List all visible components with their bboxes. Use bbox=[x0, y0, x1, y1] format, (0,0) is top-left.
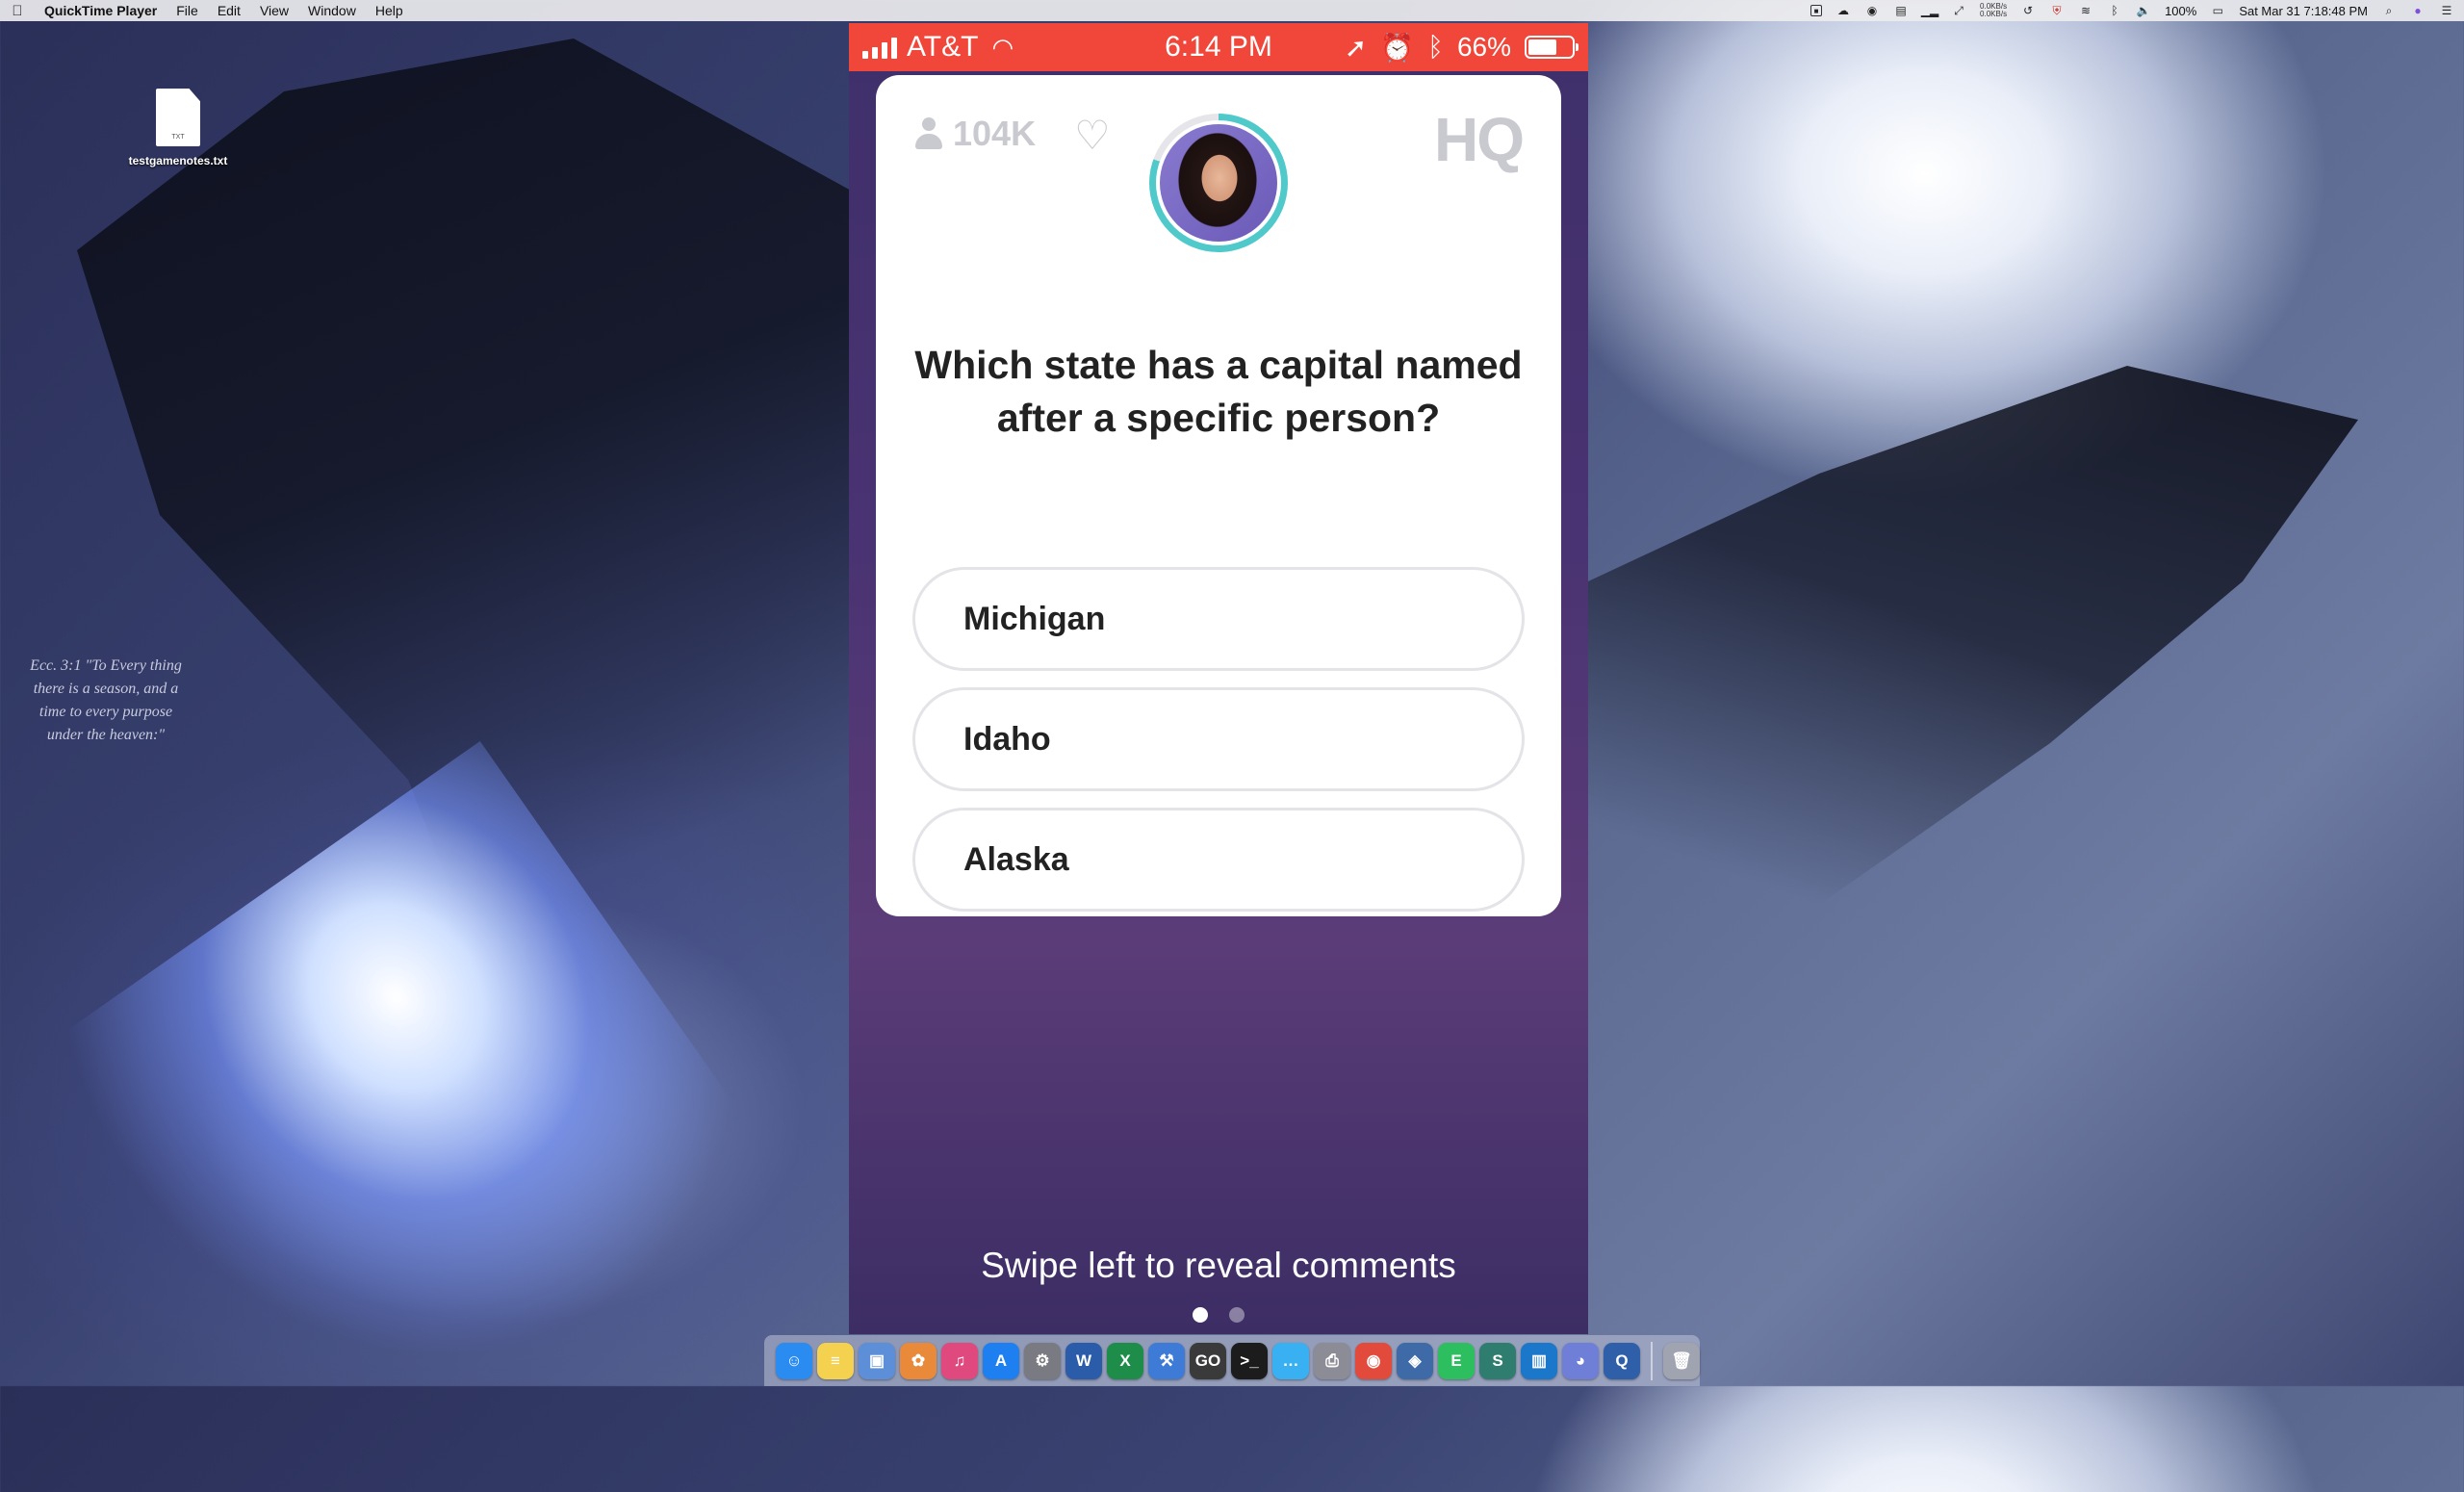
dock-trello-icon[interactable]: ▥ bbox=[1521, 1342, 1557, 1379]
phone-battery-percent: 66% bbox=[1456, 32, 1511, 62]
menu-window[interactable]: Window bbox=[308, 3, 356, 18]
dock-preview-icon[interactable]: ▣ bbox=[859, 1342, 895, 1379]
dock-notes-icon[interactable]: ≡ bbox=[817, 1342, 854, 1379]
net-down: 0.0KB/s bbox=[1980, 10, 2008, 18]
dock-xcode-icon[interactable]: ⚒ bbox=[1148, 1342, 1185, 1379]
dock-itunes-icon[interactable]: ♫ bbox=[941, 1342, 978, 1379]
menu-bar:  QuickTime Player File Edit View Window… bbox=[0, 0, 2464, 21]
viewer-count-value: 104K bbox=[953, 114, 1037, 153]
menubar-clock[interactable]: Sat Mar 31 7:18:48 PM bbox=[2239, 4, 2368, 18]
siri-icon[interactable]: ● bbox=[2410, 4, 2426, 17]
heart-icon[interactable]: ♡ bbox=[1074, 112, 1111, 159]
battery-icon[interactable]: ▭ bbox=[2210, 4, 2225, 17]
answer-option-1[interactable]: Michigan bbox=[912, 567, 1525, 671]
hq-logo: HQ bbox=[1434, 105, 1525, 174]
time-machine-icon[interactable]: ↺ bbox=[2020, 4, 2036, 17]
location-arrow-icon: ➚ bbox=[1344, 32, 1368, 63]
eye-icon[interactable]: ◉ bbox=[1864, 4, 1880, 17]
dock-excel-icon[interactable]: X bbox=[1107, 1342, 1143, 1379]
dock-photos-icon[interactable]: ✿ bbox=[900, 1342, 937, 1379]
host-timer-ring bbox=[1149, 114, 1288, 252]
dock-scrivener-icon[interactable]: S bbox=[1479, 1342, 1516, 1379]
cloud-icon[interactable]: ☁ bbox=[1835, 4, 1851, 17]
carrier-label: AT&T bbox=[907, 31, 979, 63]
menu-edit[interactable]: Edit bbox=[218, 3, 241, 18]
desktop-file-name: testgamenotes.txt bbox=[128, 154, 228, 167]
apple-menu-icon[interactable]:  bbox=[10, 3, 25, 19]
volume-icon[interactable]: 🔈 bbox=[2136, 4, 2151, 17]
desktop-file[interactable]: TXT testgamenotes.txt bbox=[116, 89, 241, 167]
wallpaper-verse: Ecc. 3:1 "To Every thing there is a seas… bbox=[30, 657, 182, 743]
page-dot[interactable] bbox=[1193, 1307, 1208, 1323]
page-indicator[interactable] bbox=[849, 1307, 1588, 1323]
swipe-hint: Swipe left to reveal comments bbox=[981, 1246, 1456, 1285]
page-dot[interactable] bbox=[1229, 1307, 1245, 1323]
shield-icon[interactable]: ⛨ bbox=[2049, 4, 2065, 17]
host-avatar bbox=[1160, 124, 1277, 242]
bluetooth-icon[interactable]: ᛒ bbox=[2107, 4, 2122, 17]
dock-quicktime-icon[interactable]: Q bbox=[1604, 1342, 1640, 1379]
dock-app-store-icon[interactable]: A bbox=[983, 1342, 1019, 1379]
dock-messages-icon[interactable]: … bbox=[1272, 1342, 1309, 1379]
viewer-count: 104K bbox=[914, 114, 1036, 154]
dock-virtualbox-icon[interactable]: ◈ bbox=[1397, 1342, 1433, 1379]
alarm-icon: ⏰ bbox=[1380, 32, 1415, 63]
text-file-icon: TXT bbox=[156, 89, 200, 146]
dock-system-preferences-icon[interactable]: ⚙ bbox=[1024, 1342, 1061, 1379]
dock-word-icon[interactable]: W bbox=[1065, 1342, 1102, 1379]
bluetooth-icon: ᛒ bbox=[1427, 32, 1444, 62]
phone-battery-icon bbox=[1525, 36, 1578, 59]
memory-icon[interactable]: ▤ bbox=[1893, 4, 1909, 17]
dock-chrome-icon[interactable]: ◉ bbox=[1355, 1342, 1392, 1379]
wifi-icon[interactable]: ≋ bbox=[2078, 4, 2093, 17]
question-card: 104K ♡ HQ Which state has a capital name… bbox=[876, 75, 1561, 916]
dock-evernote-icon[interactable]: E bbox=[1438, 1342, 1475, 1379]
menu-help[interactable]: Help bbox=[375, 3, 403, 18]
dock-printer-icon[interactable]: ⎙ bbox=[1314, 1342, 1350, 1379]
wallpaper-mech-wing-right bbox=[1588, 366, 2358, 905]
ios-status-bar: AT&T ◠ 6:14 PM ➚ ⏰ ᛒ 66% bbox=[849, 23, 1588, 71]
cell-signal-icon bbox=[862, 36, 897, 59]
menu-file[interactable]: File bbox=[176, 3, 198, 18]
dock-cs-go-icon[interactable]: GO bbox=[1190, 1342, 1226, 1379]
menu-app-name[interactable]: QuickTime Player bbox=[44, 3, 157, 18]
activity-graph-icon[interactable]: ▁▂ bbox=[1921, 4, 1938, 17]
dock-separator bbox=[1651, 1341, 1653, 1380]
battery-fill bbox=[1528, 39, 1557, 55]
answer-option-3[interactable]: Alaska bbox=[912, 808, 1525, 912]
person-icon bbox=[914, 117, 943, 150]
wallpaper-mech-wing-left bbox=[77, 39, 905, 1097]
question-text: Which state has a capital named after a … bbox=[914, 343, 1523, 440]
dock-discord-icon[interactable]: ◕ bbox=[1562, 1342, 1599, 1379]
status-app-icon[interactable]: ■ bbox=[1810, 5, 1823, 16]
notification-center-icon[interactable]: ☰ bbox=[2439, 4, 2454, 17]
dock-trash-icon[interactable]: 🗑 bbox=[1663, 1342, 1700, 1379]
file-ext-label: TXT bbox=[171, 134, 185, 141]
dock-terminal-icon[interactable]: >_ bbox=[1231, 1342, 1268, 1379]
menu-view[interactable]: View bbox=[260, 3, 289, 18]
answer-option-2[interactable]: Idaho bbox=[912, 687, 1525, 791]
dock: ☺ ≡ ▣ ✿ ♫ A ⚙ W X ⚒ GO >_… ⎙ ◉ ◈ E S ▥ ◕ Q 🗑 bbox=[764, 1335, 1700, 1386]
battery-percent[interactable]: 100% bbox=[2165, 4, 2196, 18]
quicktime-phone-mirror: AT&T ◠ 6:14 PM ➚ ⏰ ᛒ 66% 104K ♡ HQ Which… bbox=[849, 23, 1588, 1334]
wallpaper-energy-blade bbox=[38, 741, 789, 1492]
resize-icon[interactable]: ⤢ bbox=[1951, 4, 1966, 17]
network-stats[interactable]: 0.0KB/s 0.0KB/s bbox=[1980, 3, 2007, 18]
spotlight-search-icon[interactable]: ⌕ bbox=[2381, 4, 2397, 17]
wifi-icon: ◠ bbox=[991, 32, 1014, 62]
dock-finder-icon[interactable]: ☺ bbox=[776, 1342, 812, 1379]
